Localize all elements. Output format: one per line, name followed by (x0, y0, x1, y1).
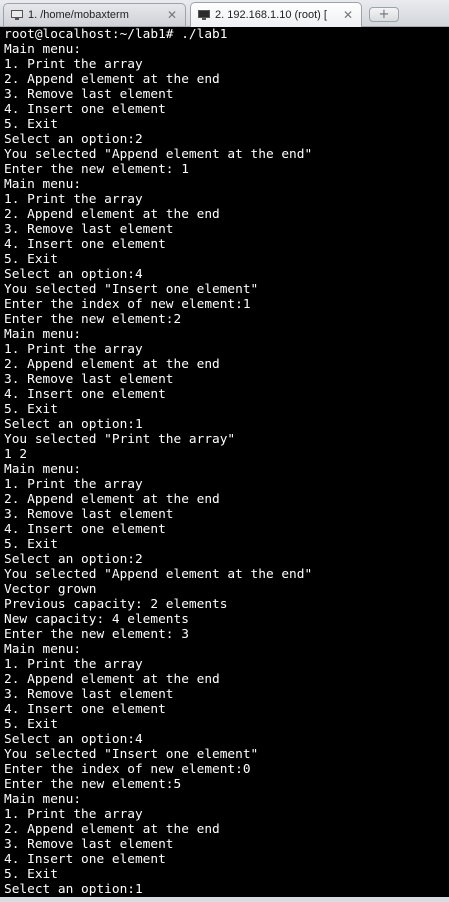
terminal-line: Enter the new element: 3 (4, 627, 189, 642)
terminal-icon (198, 10, 210, 20)
terminal-line: Vector grown (4, 582, 97, 597)
tab-remote-session[interactable]: 2. 192.168.1.10 (root) [ ✕ (190, 2, 362, 27)
window-bottom-border (0, 897, 449, 902)
terminal-line: 5. Exit (4, 402, 58, 417)
terminal-line: 2. Append element at the end (4, 822, 220, 837)
terminal-line: 4. Insert one element (4, 522, 166, 537)
terminal-line: Main menu: (4, 792, 82, 807)
terminal-line: Select an option:1 (4, 882, 143, 897)
terminal-line: You selected "Print the array" (4, 432, 236, 447)
terminal-line: 5. Exit (4, 252, 58, 267)
terminal-line: Select an option:2 (4, 132, 143, 147)
terminal-line: 4. Insert one element (4, 852, 166, 867)
terminal-line: 1. Print the array (4, 342, 143, 357)
terminal-line: Select an option:4 (4, 732, 143, 747)
terminal-line: 5. Exit (4, 117, 58, 132)
terminal-line: Select an option:2 (4, 552, 143, 567)
terminal-line: Enter the new element:5 (4, 777, 182, 792)
terminal-line: You selected "Append element at the end" (4, 567, 313, 582)
terminal-line: root@localhost:~/lab1# ./lab1 (4, 27, 228, 42)
terminal-line: 1. Print the array (4, 807, 143, 822)
terminal-line: Main menu: (4, 42, 82, 57)
terminal-line: 2. Append element at the end (4, 72, 220, 87)
terminal-line: 4. Insert one element (4, 387, 166, 402)
terminal-line: 1. Print the array (4, 57, 143, 72)
terminal-line: 3. Remove last element (4, 372, 174, 387)
terminal-icon (11, 10, 23, 20)
terminal-line: Main menu: (4, 462, 82, 477)
terminal-line: Enter the new element:2 (4, 312, 182, 327)
terminal-line: Enter the new element: 1 (4, 162, 189, 177)
terminal-line: You selected "Append element at the end" (4, 147, 313, 162)
close-icon[interactable]: ✕ (166, 8, 178, 22)
terminal-line: 4. Insert one element (4, 102, 166, 117)
terminal-line: 2. Append element at the end (4, 492, 220, 507)
terminal-line: Select an option:4 (4, 267, 143, 282)
terminal-line: 2. Append element at the end (4, 207, 220, 222)
new-tab-button[interactable]: + (369, 7, 399, 22)
tab-home-mobaxterm[interactable]: 1. /home/mobaxterm ✕ (3, 3, 186, 26)
terminal-line: 3. Remove last element (4, 507, 174, 522)
terminal-line: 5. Exit (4, 537, 58, 552)
terminal-line: 2. Append element at the end (4, 357, 220, 372)
terminal-line: 3. Remove last element (4, 222, 174, 237)
terminal-line: 1. Print the array (4, 192, 143, 207)
terminal-line: 1 2 (4, 447, 28, 462)
terminal-line: Select an option:1 (4, 417, 143, 432)
terminal-line: 4. Insert one element (4, 702, 166, 717)
close-icon[interactable]: ✕ (342, 8, 354, 22)
terminal-line: You selected "Insert one element" (4, 282, 259, 297)
terminal-line: 4. Insert one element (4, 237, 166, 252)
terminal-line: 5. Exit (4, 717, 58, 732)
terminal-line: 3. Remove last element (4, 87, 174, 102)
terminal-output[interactable]: root@localhost:~/lab1# ./lab1 Main menu: 1… (0, 27, 449, 897)
tab-bar: 1. /home/mobaxterm ✕ 2. 192.168.1.10 (ro… (0, 0, 449, 27)
terminal-line: 1. Print the array (4, 657, 143, 672)
plus-icon: + (378, 7, 390, 22)
terminal-line: 2. Append element at the end (4, 672, 220, 687)
tab-label: 1. /home/mobaxterm (28, 9, 129, 21)
terminal-line: 3. Remove last element (4, 687, 174, 702)
terminal-line: Previous capacity: 2 elements (4, 597, 228, 612)
terminal-line: Main menu: (4, 177, 82, 192)
terminal-line: Enter the index of new element:1 (4, 297, 251, 312)
terminal-line: 1. Print the array (4, 477, 143, 492)
terminal-line: 5. Exit (4, 867, 58, 882)
terminal-line: Enter the index of new element:0 (4, 762, 251, 777)
tab-label: 2. 192.168.1.10 (root) [ (215, 9, 327, 21)
terminal-line: Main menu: (4, 642, 82, 657)
terminal-line: 3. Remove last element (4, 837, 174, 852)
terminal-line: New capacity: 4 elements (4, 612, 189, 627)
terminal-line: You selected "Insert one element" (4, 747, 259, 762)
terminal-line: Main menu: (4, 327, 82, 342)
